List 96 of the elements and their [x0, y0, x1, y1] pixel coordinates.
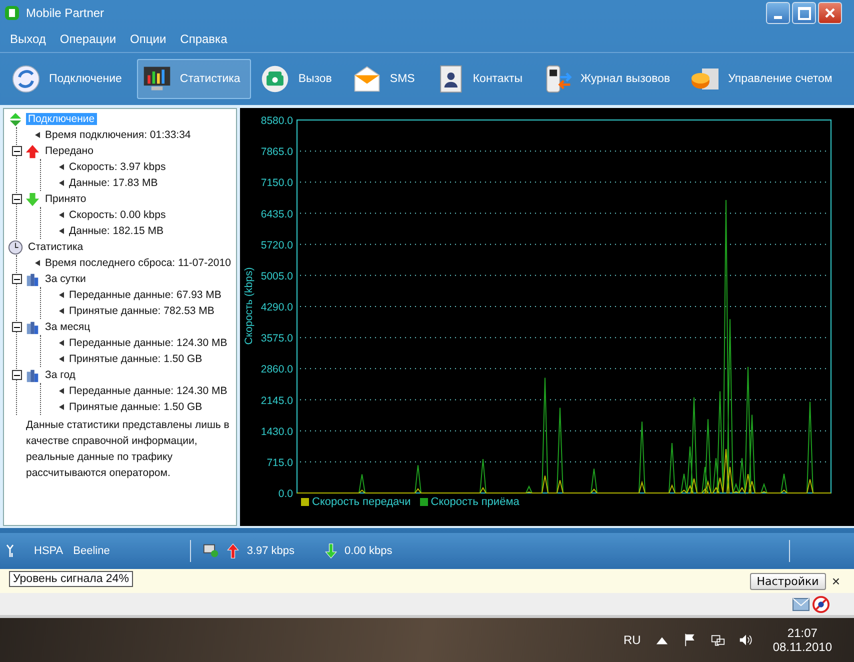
menu-item[interactable]: Справка	[180, 32, 228, 46]
y-tick-label: 7150.0	[260, 177, 293, 190]
y-tick-label: 715.0	[266, 456, 293, 469]
bullet-icon	[35, 260, 40, 266]
toolbar-button[interactable]: Управление счетом	[685, 59, 844, 99]
bullet-icon	[59, 180, 64, 186]
y-tick-label: 0.0	[278, 488, 293, 500]
menu-item[interactable]: Выход	[10, 32, 46, 46]
tree-item[interactable]: Данные: 17.83 MB	[67, 177, 160, 189]
tree-item[interactable]: Принято	[43, 193, 88, 205]
network-type: HSPA	[34, 545, 64, 557]
y-tick-label: 3575.0	[260, 332, 293, 345]
note-text: Данные статистики представлены лишь в качестве справочной информации, реальные данные по трафику рассчитываются оператором.	[26, 418, 230, 481]
menu-item[interactable]: Опции	[130, 32, 166, 46]
menu-item[interactable]: Операции	[60, 32, 116, 46]
signal-tooltip: Уровень сигнала 24%	[9, 571, 133, 587]
maximize-button[interactable]	[792, 2, 816, 24]
tree-item[interactable]: Статистика	[26, 241, 86, 253]
bullet-icon	[59, 356, 64, 362]
bullet-icon	[59, 308, 64, 314]
operator-name: Beeline	[73, 545, 110, 557]
tree-item[interactable]: Данные: 182.15 MB	[67, 225, 166, 237]
tree-item[interactable]: Переданные данные: 124.30 MB	[67, 385, 230, 397]
buildings-icon	[25, 272, 40, 286]
flag-icon[interactable]	[682, 633, 697, 647]
window-title: Mobile Partner	[26, 6, 104, 20]
legend-label: Скорость приёма	[430, 496, 520, 508]
clock-date[interactable]: 08.11.2010	[772, 640, 832, 654]
toolbar-button[interactable]: SMS	[346, 59, 426, 99]
y-tick-label: 5720.0	[260, 239, 293, 252]
buildings-icon	[25, 368, 40, 382]
collapse-toggle[interactable]	[12, 370, 22, 380]
bullet-icon	[59, 340, 64, 346]
speaker-icon[interactable]	[738, 633, 753, 647]
minimize-button[interactable]	[766, 2, 790, 24]
down-arrow-icon	[25, 192, 40, 206]
bullet-icon	[59, 228, 64, 234]
y-tick-label: 7865.0	[260, 146, 293, 158]
collapse-toggle[interactable]	[12, 194, 22, 204]
toolbar-button[interactable]: Журнал вызовов	[538, 59, 682, 99]
envelope-icon[interactable]	[792, 596, 810, 612]
up-arrow-icon	[25, 144, 40, 158]
tree-item[interactable]: Скорость: 3.97 kbps	[67, 161, 168, 173]
close-notification-button[interactable]: ×	[832, 573, 840, 589]
phone-icon	[260, 64, 290, 94]
tree-item[interactable]: Принятые данные: 782.53 MB	[67, 305, 216, 317]
app-icon	[4, 5, 20, 21]
tree-item[interactable]: Принятые данные: 1.50 GB	[67, 353, 204, 365]
tree-item[interactable]: За месяц	[43, 321, 92, 333]
envelope-icon	[352, 64, 382, 94]
tree-item[interactable]: За год	[43, 369, 78, 381]
bullet-icon	[35, 132, 40, 138]
tree-item[interactable]: Переданные данные: 124.30 MB	[67, 337, 230, 349]
tree-item[interactable]: Принятые данные: 1.50 GB	[67, 401, 204, 413]
toolbar-button[interactable]: Вызов	[255, 59, 343, 99]
y-axis-label: Скорость (kbps)	[243, 267, 255, 345]
clock-icon	[8, 240, 23, 254]
upload-speed: 3.97 kbps	[246, 545, 295, 557]
close-button[interactable]	[818, 2, 842, 24]
computer-icon	[202, 543, 219, 559]
y-tick-label: 1430.0	[260, 426, 293, 438]
bullet-icon	[59, 404, 64, 410]
settings-button[interactable]: Настройки	[750, 572, 826, 590]
collapse-toggle[interactable]	[12, 146, 22, 156]
language-indicator[interactable]: RU	[623, 633, 641, 647]
y-tick-label: 2860.0	[260, 364, 293, 376]
clock-time[interactable]: 21:07	[787, 626, 818, 640]
tree-item[interactable]: Переданные данные: 67.93 MB	[67, 289, 224, 301]
toolbar-button[interactable]: Контакты	[430, 59, 534, 99]
refresh-icon	[11, 64, 41, 94]
bullet-icon	[59, 388, 64, 394]
down-arrow-icon	[322, 543, 339, 559]
tree-item[interactable]: Скорость: 0.00 kbps	[67, 209, 168, 221]
up-arrow-icon	[224, 543, 241, 559]
antenna-icon	[6, 544, 14, 558]
network-icon[interactable]	[710, 633, 725, 647]
bullet-icon	[59, 292, 64, 298]
collapse-toggle[interactable]	[12, 274, 22, 284]
collapse-toggle[interactable]	[12, 322, 22, 332]
bullet-icon	[59, 164, 64, 170]
y-tick-label: 8580.0	[260, 115, 293, 127]
download-speed: 0.00 kbps	[344, 545, 392, 557]
tree-item[interactable]: За сутки	[43, 273, 88, 285]
y-tick-label: 2145.0	[260, 394, 293, 407]
y-tick-label: 6435.0	[260, 208, 293, 220]
stop-sign-icon[interactable]	[812, 596, 830, 612]
close-icon	[825, 8, 835, 18]
tree-item[interactable]: Время подключения: 01:33:34	[43, 129, 193, 141]
legend-label: Скорость передачи	[312, 496, 411, 508]
y-tick-label: 5005.0	[260, 270, 293, 282]
buildings-icon	[25, 320, 40, 334]
y-tick-label: 4290.0	[260, 302, 293, 314]
tree-item[interactable]: Время последнего сброса: 11-07-2010	[43, 257, 233, 269]
toolbar-button[interactable]: Подключение	[6, 59, 133, 99]
tree-item[interactable]: Передано	[43, 145, 96, 157]
bullet-icon	[59, 212, 64, 218]
